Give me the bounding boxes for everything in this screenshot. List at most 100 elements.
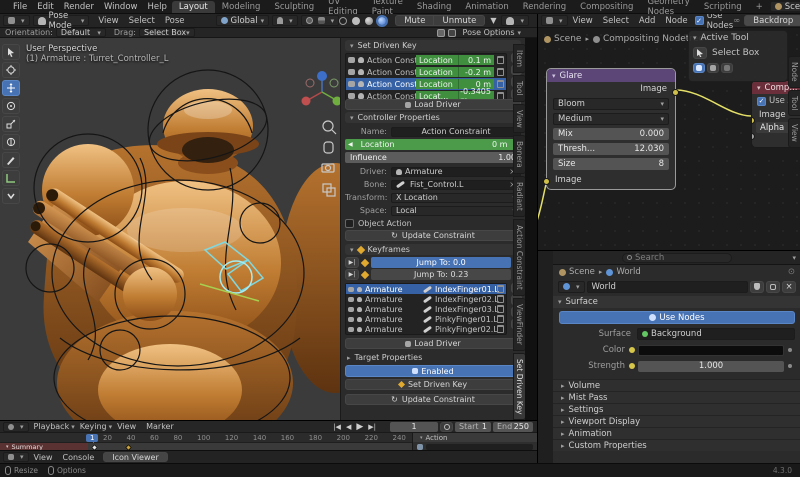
menu-window[interactable]: Window	[99, 2, 143, 12]
select-mode-extend[interactable]	[707, 63, 719, 73]
tool-move[interactable]	[2, 80, 20, 96]
menu-view[interactable]: View	[568, 16, 598, 26]
editor-type-button[interactable]: ▾	[3, 15, 30, 26]
glare-size-field[interactable]: Size 8	[553, 158, 669, 170]
active-tool-row[interactable]: Select Box	[693, 47, 783, 59]
current-frame-field[interactable]: 1	[390, 422, 438, 432]
use-nodes-button[interactable]: Use Nodes	[559, 311, 795, 324]
enabled-button[interactable]: Enabled	[345, 365, 521, 377]
tool-cursor[interactable]	[2, 62, 20, 78]
section-volume[interactable]: ▸Volume	[553, 379, 800, 391]
menu-file[interactable]: File	[8, 2, 32, 12]
delete-icon[interactable]	[497, 325, 504, 333]
strength-slider[interactable]: 1.000	[638, 361, 784, 372]
delete-icon[interactable]	[497, 295, 504, 303]
active-tool-header[interactable]: ▾ Active Tool	[693, 33, 783, 43]
tool-select-box[interactable]	[2, 44, 20, 60]
workspace-tab-scripting[interactable]: Scripting	[697, 1, 749, 13]
add-workspace-button[interactable]: +	[749, 1, 770, 13]
section-custom-properties[interactable]: ▸Custom Properties	[553, 439, 800, 451]
new-copy-button[interactable]	[766, 281, 780, 293]
snap-toggle[interactable]: ▾	[272, 15, 298, 26]
prev-keyframe-button[interactable]: ◀	[346, 423, 351, 431]
properties-search[interactable]: Search	[622, 253, 732, 263]
sidebar-tab-action-constraint[interactable]: Action Constraint	[513, 219, 525, 296]
image-output-socket[interactable]	[672, 89, 679, 96]
location-slider[interactable]: ◀ Location 0 m ▶	[345, 139, 521, 150]
world-name-field[interactable]: World	[587, 281, 748, 293]
bone-row[interactable]: Armature PinkyFinger02.L	[346, 324, 506, 334]
menu-keying[interactable]: Keying	[75, 422, 112, 431]
backdrop-button[interactable]: Backdrop	[744, 15, 800, 26]
influence-slider[interactable]: Influence 1.00	[345, 152, 521, 163]
proportional-editing-button[interactable]: ▾	[301, 15, 340, 26]
bone-row[interactable]: Armature PinkyFinger01.L	[346, 314, 506, 324]
load-driver-button[interactable]: Load Driver	[345, 99, 521, 110]
glare-threshold-field[interactable]: Thresh... 12.030	[553, 143, 669, 155]
use-nodes-checkbox[interactable]: ✓	[695, 16, 704, 25]
workspace-tab-rendering[interactable]: Rendering	[516, 1, 573, 13]
xray-toggle-icon[interactable]	[448, 29, 456, 37]
tool-annotate[interactable]	[2, 152, 20, 168]
image-input-socket[interactable]	[543, 178, 550, 185]
menu-select[interactable]: Select	[598, 16, 634, 26]
workspace-tab-animation[interactable]: Animation	[458, 1, 515, 13]
end-frame-field[interactable]: End250	[493, 422, 533, 432]
chevron-down-icon[interactable]: ▾	[757, 84, 761, 92]
select-box-tool-icon[interactable]	[693, 47, 707, 59]
menu-view[interactable]: View	[112, 422, 141, 431]
start-frame-field[interactable]: Start1	[455, 422, 491, 432]
bone-row[interactable]: Armature IndexFinger02.L	[346, 294, 506, 304]
glare-node[interactable]: ▾ Glare Image Bloom ▾ Medium ▾ Mix 0.000…	[546, 68, 676, 190]
pose-options-dropdown[interactable]: Pose Options ▾	[463, 28, 521, 37]
section-settings[interactable]: ▸Settings	[553, 403, 800, 415]
fake-user-button[interactable]	[750, 281, 764, 293]
menu-view[interactable]: View	[93, 16, 123, 26]
play-button[interactable]: ▶	[356, 422, 363, 432]
solid-shading-icon[interactable]	[352, 17, 360, 25]
orientation-setting-dropdown[interactable]: Default ▾	[56, 28, 106, 37]
icon-viewer-button[interactable]: Icon Viewer	[103, 452, 167, 462]
bone-row-selected[interactable]: Armature IndexFinger01.L	[346, 284, 506, 294]
scene-selector[interactable]: Scene ×	[770, 1, 800, 12]
sidebar-tab-radiant[interactable]: Radiant	[513, 176, 525, 217]
glare-type-dropdown[interactable]: Bloom ▾	[553, 98, 669, 110]
unmute-button[interactable]: Unmute	[434, 15, 485, 26]
bone-field[interactable]: Fist_Control.L ×	[391, 180, 521, 190]
properties-options-icon[interactable]: ▾	[792, 254, 796, 262]
surface-section-header[interactable]: ▾ Surface	[553, 296, 800, 308]
menu-console[interactable]: Console	[58, 453, 100, 462]
menu-marker[interactable]: Marker	[141, 422, 179, 431]
name-field[interactable]: Action Constraint	[391, 127, 521, 137]
workspace-tab-sculpting[interactable]: Sculpting	[267, 1, 321, 13]
rendered-shading-icon[interactable]	[378, 17, 386, 25]
node-tab-node[interactable]: Node	[788, 56, 800, 88]
menu-view[interactable]: View	[29, 453, 58, 462]
jump-to-0-button[interactable]: Jump To: 0.0	[371, 257, 511, 268]
constraint-row[interactable]: Action Constraint Location 0.1 m	[346, 54, 506, 66]
color-swatch[interactable]	[638, 345, 784, 356]
sidebar-tab-bonera[interactable]: Bonera	[513, 135, 525, 174]
auto-keying-clock-button[interactable]	[440, 422, 453, 432]
tool-transform[interactable]	[2, 134, 20, 150]
section-mist-pass[interactable]: ▸Mist Pass	[553, 391, 800, 403]
jump-to-end-button[interactable]: ▶|	[368, 423, 376, 431]
workspace-tab-compositing[interactable]: Compositing	[573, 1, 640, 13]
delete-icon[interactable]	[497, 56, 504, 64]
pose-display-dropdown[interactable]: ▾	[501, 15, 529, 26]
sidebar-tab-set-driven-key[interactable]: Set Driven Key	[513, 353, 525, 420]
set-driven-key-button[interactable]: Set Driven Key	[345, 379, 521, 390]
menu-node[interactable]: Node	[660, 16, 692, 26]
mute-button[interactable]: Mute	[395, 15, 434, 26]
glare-mix-field[interactable]: Mix 0.000	[553, 128, 669, 140]
tool-pose-breakdowner[interactable]	[2, 188, 20, 204]
menu-help[interactable]: Help	[142, 2, 171, 12]
sidebar-tab-view[interactable]: View	[513, 104, 525, 134]
timeline-ruler[interactable]: 20406080100120140160180200220240 ​1	[0, 433, 412, 443]
space-dropdown[interactable]: Local ▾	[391, 206, 521, 216]
jump-to-023-button[interactable]: Jump To: 0.23	[371, 269, 511, 280]
chevron-down-icon[interactable]: ▾	[552, 72, 556, 80]
driver-field[interactable]: Armature ×	[391, 167, 521, 177]
drag-setting-dropdown[interactable]: Select Box ▾	[139, 28, 195, 37]
orientation-selector[interactable]: Global ▾	[216, 15, 270, 26]
